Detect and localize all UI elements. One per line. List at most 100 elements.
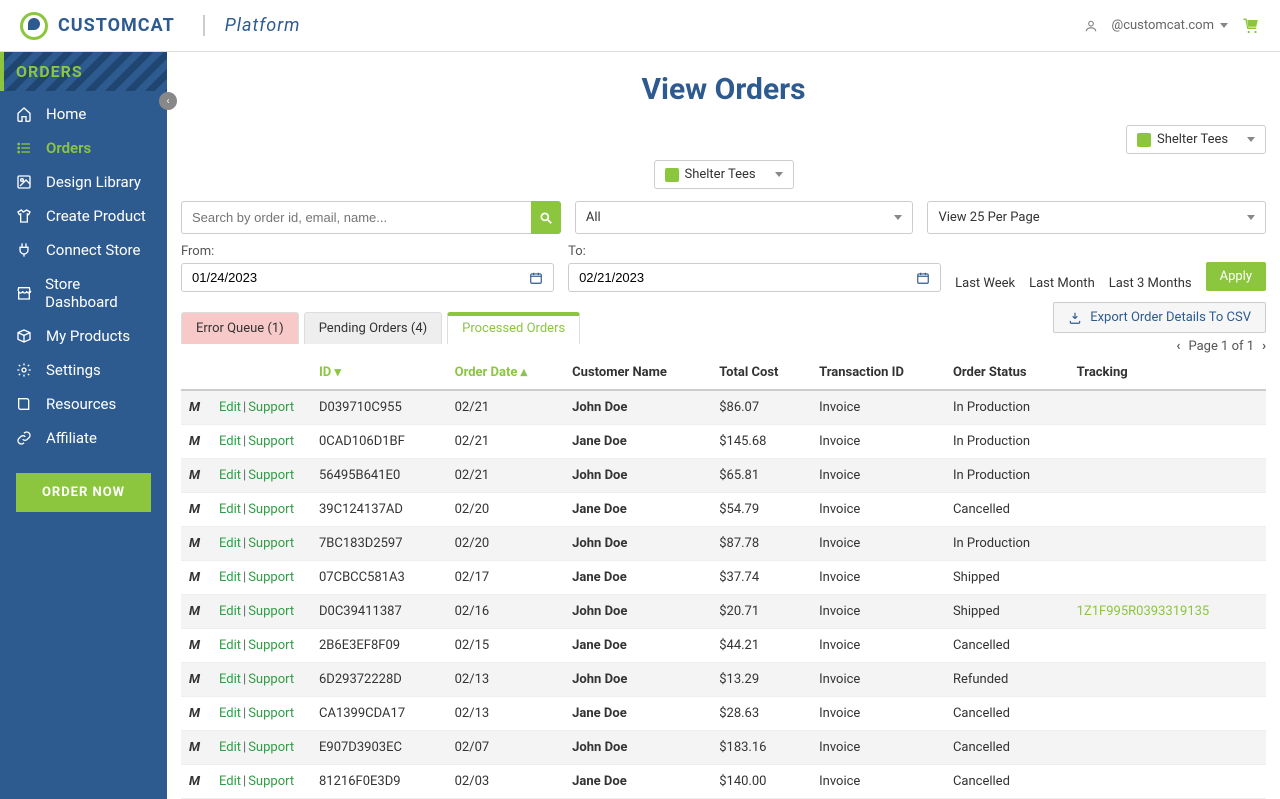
edit-link[interactable]: Edit (219, 604, 241, 619)
col-transaction-id[interactable]: Transaction ID (811, 356, 945, 390)
support-link[interactable]: Support (248, 638, 294, 653)
tab-error-queue[interactable]: Error Queue (1) (181, 312, 299, 344)
row-tracking[interactable]: 1Z1F995R0393319135 (1069, 595, 1266, 629)
edit-link[interactable]: Edit (219, 706, 241, 721)
row-txn[interactable]: Invoice (811, 493, 945, 527)
row-date: 02/03 (447, 765, 565, 799)
row-txn[interactable]: Invoice (811, 595, 945, 629)
pagination-text: Page 1 of 1 (1188, 339, 1254, 354)
sidebar-item-connect-store[interactable]: Connect Store (0, 233, 167, 267)
support-link[interactable]: Support (248, 536, 294, 551)
col-order-status[interactable]: Order Status (945, 356, 1069, 390)
edit-link[interactable]: Edit (219, 672, 241, 687)
calendar-icon[interactable] (916, 271, 930, 285)
support-link[interactable]: Support (248, 740, 294, 755)
from-date-input[interactable] (192, 270, 529, 285)
sidebar-item-orders[interactable]: Orders (0, 131, 167, 165)
shopify-icon (665, 168, 679, 182)
edit-link[interactable]: Edit (219, 400, 241, 415)
support-link[interactable]: Support (248, 774, 294, 789)
box-icon (16, 328, 34, 344)
sidebar-item-create-product[interactable]: Create Product (0, 199, 167, 233)
support-link[interactable]: Support (248, 502, 294, 517)
edit-link[interactable]: Edit (219, 570, 241, 585)
store-selector-center[interactable]: Shelter Tees (654, 160, 794, 189)
row-txn[interactable]: Invoice (811, 561, 945, 595)
tracking-link[interactable]: 1Z1F995R0393319135 (1077, 604, 1210, 619)
sidebar-collapse-button[interactable]: ‹ (159, 92, 177, 110)
page-prev[interactable]: ‹ (1176, 339, 1180, 354)
edit-link[interactable]: Edit (219, 502, 241, 517)
row-customer: Jane Doe (564, 697, 711, 731)
edit-link[interactable]: Edit (219, 774, 241, 789)
sidebar-item-affiliate[interactable]: Affiliate (0, 421, 167, 455)
order-now-button[interactable]: ORDER NOW (16, 473, 151, 512)
row-txn[interactable]: Invoice (811, 663, 945, 697)
range-last-week[interactable]: Last Week (955, 276, 1015, 291)
support-link[interactable]: Support (248, 434, 294, 449)
range-last-month[interactable]: Last Month (1029, 276, 1095, 291)
sidebar-item-settings[interactable]: Settings (0, 353, 167, 387)
sidebar-item-store-dashboard[interactable]: Store Dashboard (0, 267, 167, 319)
support-link[interactable]: Support (248, 468, 294, 483)
sidebar-item-resources[interactable]: Resources (0, 387, 167, 421)
row-txn[interactable]: Invoice (811, 425, 945, 459)
row-txn[interactable]: Invoice (811, 390, 945, 425)
sidebar-item-my-products[interactable]: My Products (0, 319, 167, 353)
page-size-select[interactable]: View 25 Per Page (927, 201, 1266, 234)
col-customer[interactable]: Customer Name (564, 356, 711, 390)
range-last-3-months[interactable]: Last 3 Months (1109, 276, 1192, 291)
row-txn[interactable]: Invoice (811, 629, 945, 663)
store-selector-top-right[interactable]: Shelter Tees (1126, 125, 1266, 154)
col-tracking[interactable]: Tracking (1069, 356, 1266, 390)
edit-link[interactable]: Edit (219, 740, 241, 755)
logo[interactable]: CUSTOMCAT Platform (20, 12, 300, 40)
support-link[interactable]: Support (248, 604, 294, 619)
status-filter-select[interactable]: All (575, 201, 914, 234)
sidebar-item-label: Create Product (46, 207, 146, 225)
caret-down-icon (1220, 23, 1228, 28)
col-total-cost[interactable]: Total Cost (711, 356, 811, 390)
apply-button[interactable]: Apply (1206, 262, 1266, 291)
tab-pending-orders[interactable]: Pending Orders (4) (304, 312, 442, 344)
export-csv-button[interactable]: Export Order Details To CSV (1053, 302, 1266, 333)
row-txn[interactable]: Invoice (811, 697, 945, 731)
support-link[interactable]: Support (248, 706, 294, 721)
col-order-date[interactable]: Order Date ▴ (447, 356, 565, 390)
row-status: In Production (945, 527, 1069, 561)
row-txn[interactable]: Invoice (811, 459, 945, 493)
page-next[interactable]: › (1262, 339, 1266, 354)
search-button[interactable] (531, 201, 561, 234)
row-actions: Edit|Support (211, 663, 311, 697)
app-header: CUSTOMCAT Platform @customcat.com (0, 0, 1280, 52)
search-input[interactable] (181, 201, 531, 234)
row-customer: Jane Doe (564, 493, 711, 527)
tab-processed-orders[interactable]: Processed Orders (447, 312, 580, 344)
to-date-input[interactable] (579, 270, 916, 285)
row-actions: Edit|Support (211, 425, 311, 459)
support-link[interactable]: Support (248, 400, 294, 415)
sidebar-title: ORDERS (16, 62, 155, 81)
cart-icon[interactable] (1242, 17, 1260, 35)
row-status: Shipped (945, 561, 1069, 595)
edit-link[interactable]: Edit (219, 638, 241, 653)
support-link[interactable]: Support (248, 672, 294, 687)
sidebar-item-home[interactable]: Home (0, 97, 167, 131)
user-menu[interactable]: @customcat.com (1112, 18, 1228, 33)
support-link[interactable]: Support (248, 570, 294, 585)
edit-link[interactable]: Edit (219, 468, 241, 483)
edit-link[interactable]: Edit (219, 434, 241, 449)
calendar-icon[interactable] (529, 271, 543, 285)
row-txn[interactable]: Invoice (811, 527, 945, 561)
row-cost: $20.71 (711, 595, 811, 629)
row-actions: Edit|Support (211, 493, 311, 527)
table-row: MEdit|Support39C124137AD02/20Jane Doe$54… (181, 493, 1266, 527)
platform-text: Platform (203, 15, 301, 36)
row-txn[interactable]: Invoice (811, 731, 945, 765)
row-txn[interactable]: Invoice (811, 765, 945, 799)
row-date: 02/20 (447, 493, 565, 527)
sidebar-item-design-library[interactable]: Design Library (0, 165, 167, 199)
col-id[interactable]: ID ▾ (311, 356, 447, 390)
row-customer: John Doe (564, 731, 711, 765)
edit-link[interactable]: Edit (219, 536, 241, 551)
